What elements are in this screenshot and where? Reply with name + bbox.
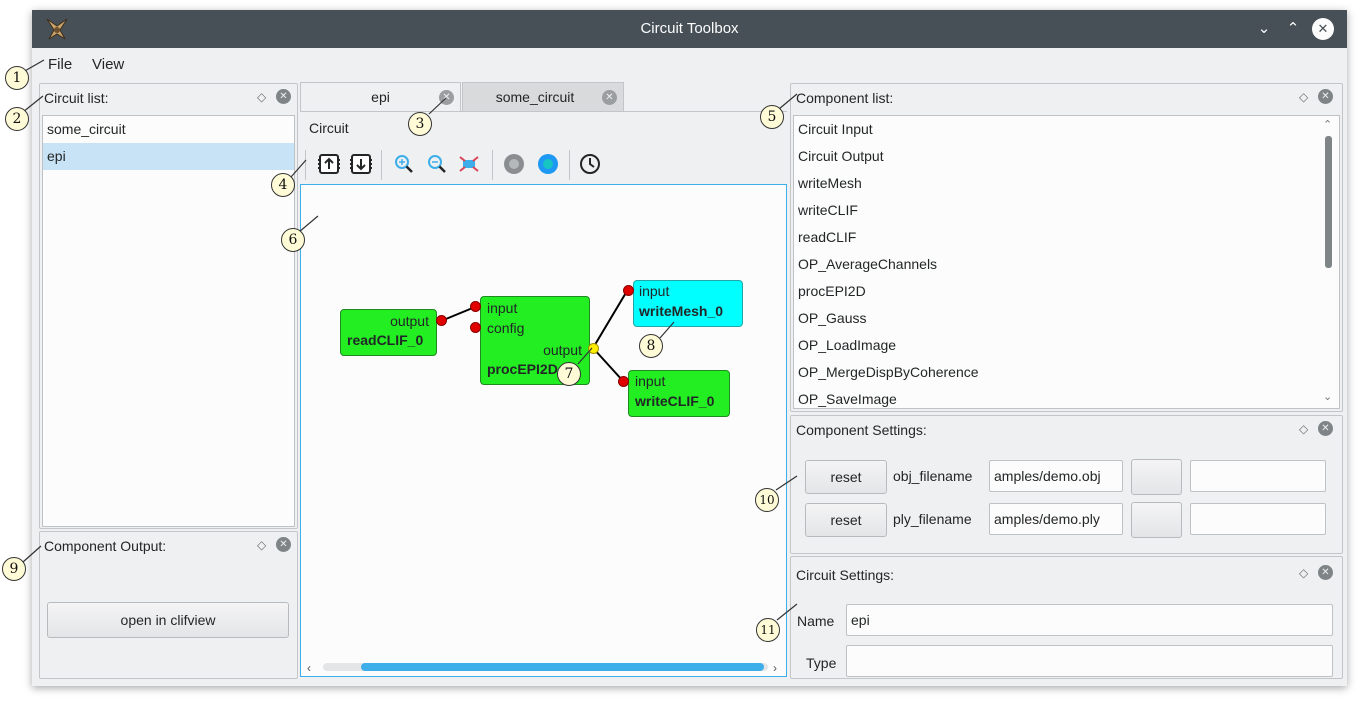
callout-pointer bbox=[577, 347, 593, 365]
callout-pointer bbox=[776, 603, 798, 621]
callout-badge: 2 bbox=[5, 107, 29, 131]
callout-pointers bbox=[22, 59, 798, 621]
callout-pointer bbox=[22, 545, 42, 563]
callout-pointer bbox=[775, 475, 798, 491]
callout-pointer bbox=[22, 95, 44, 113]
callout-badge: 5 bbox=[760, 105, 784, 129]
callout-pointer bbox=[290, 159, 307, 178]
callout-badge: 9 bbox=[2, 557, 26, 581]
callout-badge: 6 bbox=[281, 228, 305, 252]
callout-pointer bbox=[659, 321, 675, 339]
callout-badge: 10 bbox=[755, 488, 779, 512]
callout-badge: 7 bbox=[557, 362, 581, 386]
callout-badge: 11 bbox=[756, 618, 780, 642]
callout-badge: 1 bbox=[5, 66, 29, 90]
callout-badge: 3 bbox=[408, 112, 432, 136]
callout-pointer bbox=[428, 97, 447, 115]
callout-badge: 8 bbox=[639, 334, 663, 358]
callout-badge: 4 bbox=[271, 173, 295, 197]
callout-pointer bbox=[298, 215, 319, 233]
callout-pointer bbox=[778, 93, 798, 110]
